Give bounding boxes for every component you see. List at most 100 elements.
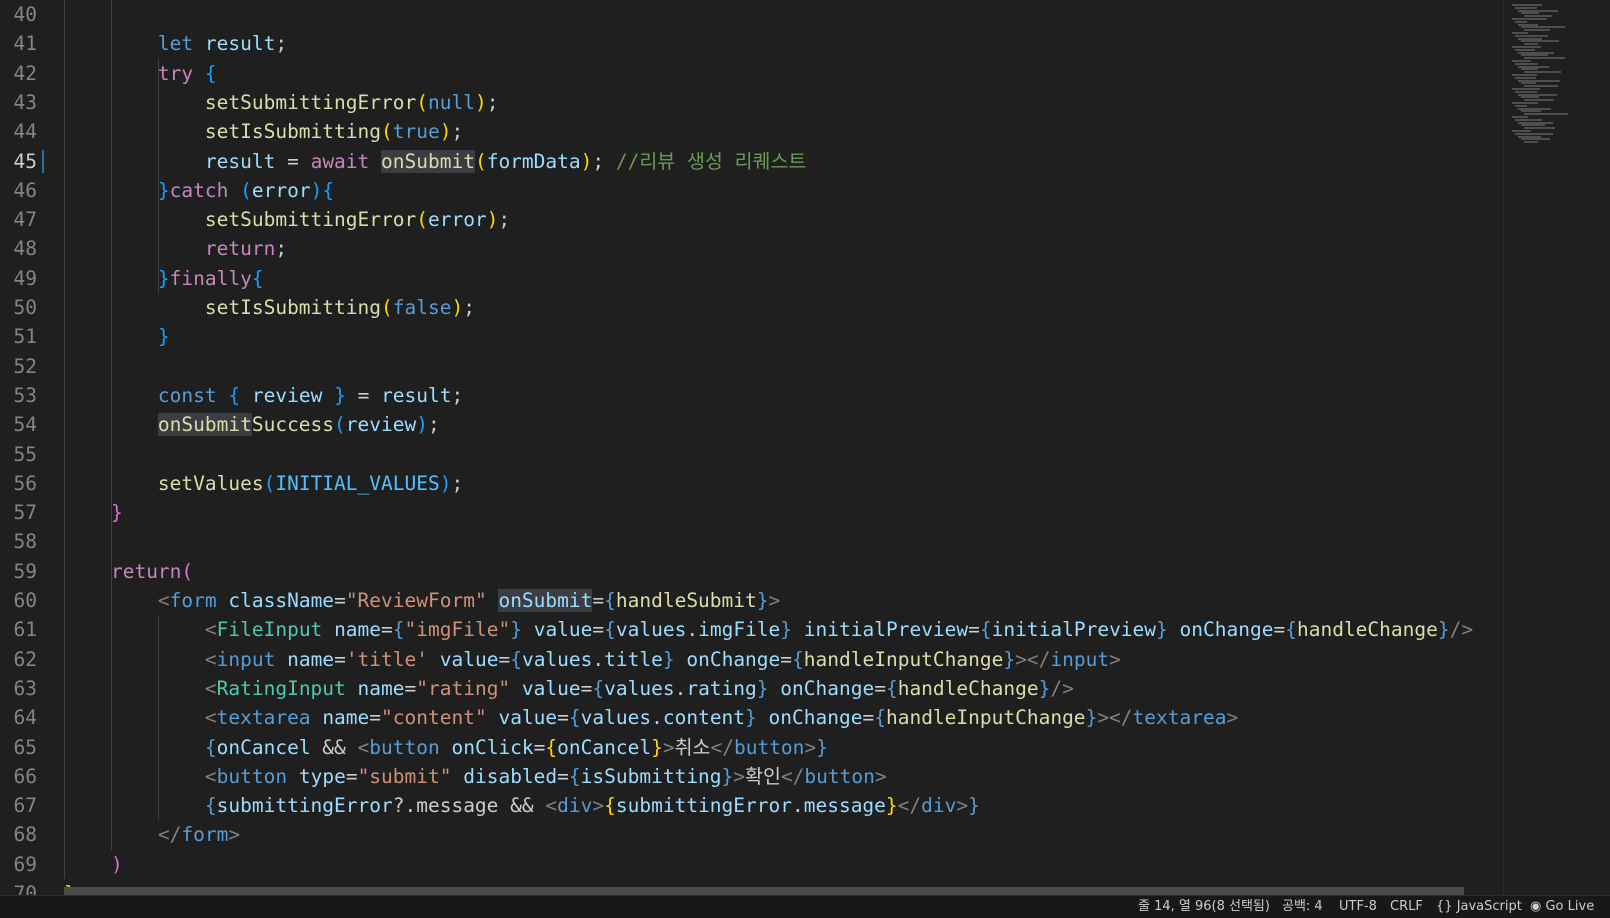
code-text: {submittingError?.message && <div>{submi…	[204, 794, 980, 818]
code-line[interactable]: 66 <button type="submit" disabled={isSub…	[0, 762, 1503, 791]
minimap-line	[1515, 90, 1537, 93]
minimap-line	[1524, 29, 1550, 32]
line-number: 40	[13, 3, 37, 26]
line-number: 70	[13, 882, 37, 895]
code-line[interactable]: 41 let result;	[0, 29, 1503, 58]
minimap-line	[1524, 57, 1565, 60]
indent-guide	[158, 615, 159, 821]
minimap-line	[1515, 118, 1542, 121]
minimap-line	[1518, 37, 1542, 40]
minimap-line	[1512, 18, 1547, 20]
code-line[interactable]: 68 </form>	[0, 820, 1503, 849]
status-language-label: JavaScript	[1456, 899, 1522, 914]
horizontal-scrollbar[interactable]	[64, 887, 1464, 895]
code-line[interactable]: 60 <form className="ReviewForm" onSubmit…	[0, 586, 1503, 615]
line-number: 47	[13, 208, 37, 232]
code-line[interactable]: 61 <FileInput name={"imgFile"} value={va…	[0, 615, 1503, 644]
status-go-live[interactable]: ◉ Go Live	[1530, 898, 1594, 916]
status-indentation[interactable]: 공백: 4	[1282, 898, 1323, 916]
code-text: </form>	[157, 823, 241, 847]
code-text: <textarea name="content" value={values.c…	[204, 706, 1239, 730]
code-line[interactable]: 49 }finally{	[0, 264, 1503, 293]
indent-guide	[158, 58, 159, 293]
minimap-line	[1524, 85, 1558, 88]
line-number: 45	[13, 149, 37, 173]
line-number: 41	[13, 32, 37, 56]
code-text: }catch (error){	[157, 178, 335, 202]
minimap-line	[1512, 74, 1537, 76]
minimap-line	[1521, 96, 1539, 99]
braces-icon: {}	[1436, 899, 1453, 914]
minimap-line	[1515, 62, 1538, 65]
minimap-line	[1521, 26, 1565, 29]
code-line[interactable]: 40	[0, 0, 1503, 29]
code-line[interactable]: 53 const { review } = result;	[0, 381, 1503, 410]
code-line[interactable]: 43 setSubmittingError(null);	[0, 88, 1503, 117]
code-line[interactable]: 45 result = await onSubmit(formData); //…	[0, 147, 1503, 176]
minimap-line	[1521, 124, 1545, 127]
code-line[interactable]: 64 <textarea name="content" value={value…	[0, 703, 1503, 732]
code-text: {onCancel && <button onClick={onCancel}>…	[204, 735, 828, 759]
minimap-line	[1512, 32, 1528, 34]
code-line[interactable]: 50 setIsSubmitting(false);	[0, 293, 1503, 322]
indent-guide	[64, 0, 65, 879]
code-line[interactable]: 57 }	[0, 498, 1503, 527]
code-line[interactable]: 62 <input name='title' value={values.tit…	[0, 645, 1503, 674]
code-line[interactable]: 46 }catch (error){	[0, 176, 1503, 205]
line-number: 62	[13, 647, 37, 671]
code-line[interactable]: 56 setValues(INITIAL_VALUES);	[0, 469, 1503, 498]
status-encoding[interactable]: UTF-8	[1339, 898, 1377, 916]
code-text: <button type="submit" disabled={isSubmit…	[204, 764, 887, 788]
minimap-line	[1521, 82, 1536, 85]
status-eol[interactable]: CRLF	[1390, 898, 1423, 916]
minimap-line	[1515, 76, 1536, 79]
code-line[interactable]: 69 )	[0, 850, 1503, 879]
code-text: return;	[204, 237, 288, 261]
minimap-line	[1515, 48, 1535, 51]
code-line[interactable]: 67 {submittingError?.message && <div>{su…	[0, 791, 1503, 820]
minimap-line	[1512, 116, 1528, 118]
minimap-line	[1518, 79, 1560, 82]
minimap-line	[1521, 54, 1548, 57]
minimap-line	[1518, 51, 1554, 54]
code-line[interactable]: 63 <RatingInput name="rating" value={val…	[0, 674, 1503, 703]
code-text: }	[110, 501, 123, 525]
status-go-live-label: Go Live	[1545, 899, 1595, 914]
code-line[interactable]: 58	[0, 527, 1503, 556]
minimap-line	[1518, 107, 1551, 110]
status-cursor-position[interactable]: 줄 14, 열 96(8 선택됨)	[1138, 898, 1270, 916]
minimap-line	[1518, 23, 1538, 26]
line-number: 50	[13, 296, 37, 319]
line-number: 65	[13, 735, 37, 759]
code-text: setIsSubmitting(false);	[204, 296, 475, 319]
line-number: 57	[13, 501, 37, 525]
code-text: setSubmittingError(error);	[204, 208, 511, 232]
minimap-line	[1524, 99, 1554, 102]
code-line[interactable]: 59 return(	[0, 557, 1503, 586]
minimap-line	[1524, 127, 1555, 130]
line-number: 69	[13, 852, 37, 876]
code-line[interactable]: 51 }	[0, 322, 1503, 351]
minimap-line	[1521, 138, 1550, 141]
code-text: )	[110, 852, 123, 876]
code-line[interactable]: 44 setIsSubmitting(true);	[0, 117, 1503, 146]
code-line[interactable]: 48 return;	[0, 234, 1503, 263]
minimap-line	[1512, 130, 1531, 132]
minimap-line	[1518, 135, 1541, 138]
code-line[interactable]: 52	[0, 352, 1503, 381]
line-number: 66	[13, 764, 37, 788]
minimap-line	[1524, 71, 1561, 74]
code-text: <FileInput name={"imgFile"} value={value…	[204, 618, 1474, 642]
minimap-line	[1521, 110, 1541, 113]
code-editor[interactable]: 40 41 let result; 42 try {43 setSubmitting…	[0, 0, 1503, 895]
code-text: return(	[110, 559, 194, 583]
code-line[interactable]: 65 {onCancel && <button onClick={onCance…	[0, 733, 1503, 762]
minimap-line	[1518, 121, 1553, 124]
code-line[interactable]: 54 onSubmitSuccess(review);	[0, 410, 1503, 439]
modified-line-marker	[42, 149, 44, 173]
status-language[interactable]: {} JavaScript	[1436, 898, 1522, 916]
code-line[interactable]: 42 try {	[0, 59, 1503, 88]
code-line[interactable]: 47 setSubmittingError(error);	[0, 205, 1503, 234]
minimap[interactable]	[1503, 0, 1610, 895]
code-line[interactable]: 55	[0, 440, 1503, 469]
